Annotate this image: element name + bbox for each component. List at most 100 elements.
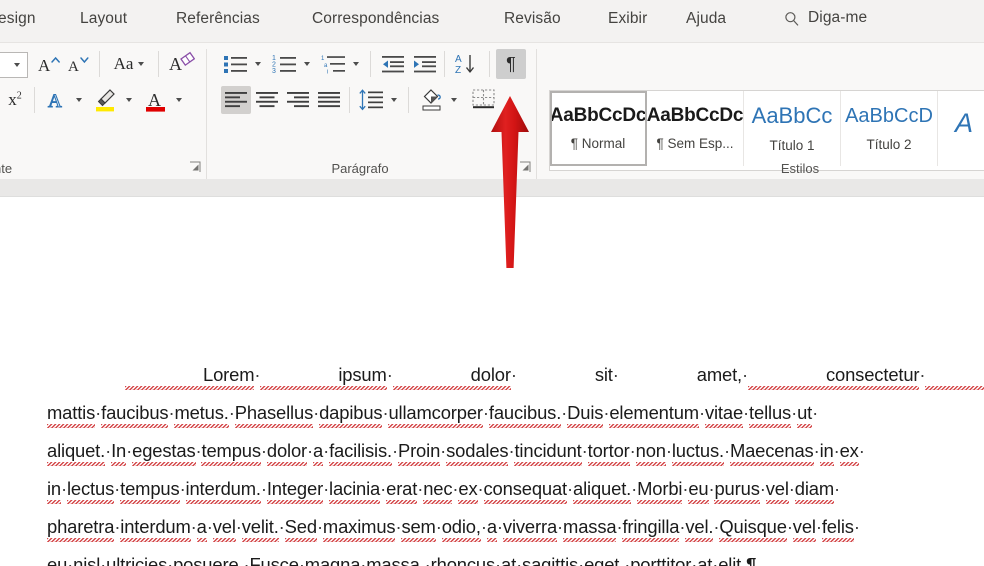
paragraph-dialog-launcher[interactable] — [519, 161, 532, 174]
tell-me-box[interactable]: Diga-me — [784, 9, 867, 27]
text-run: eu — [47, 546, 67, 566]
text-run: egestas — [132, 432, 196, 470]
align-right-button[interactable] — [283, 86, 313, 114]
text-run: Quisque — [719, 508, 788, 546]
shading-button[interactable] — [417, 86, 447, 114]
document-scroll-area[interactable]: Lorem· ipsum· dolor· sit· amet,· consectetur·… — [0, 179, 984, 566]
numbering-button[interactable]: 1 2 3 — [270, 50, 300, 78]
grow-font-button[interactable]: A — [36, 51, 64, 77]
divider-para-5 — [408, 87, 409, 113]
divider-font-3 — [34, 87, 35, 113]
text-run: faucibus — [101, 394, 169, 432]
numbering-dropdown[interactable] — [300, 50, 314, 78]
document-page[interactable]: Lorem· ipsum· dolor· sit· amet,· consectetur·… — [0, 196, 984, 566]
paragraph-mark: ¶ — [746, 554, 757, 566]
highlight-color-dropdown[interactable] — [122, 87, 136, 113]
group-divider-paragraph-styles — [536, 49, 537, 183]
text-run: dolor — [392, 356, 511, 394]
clear-formatting-button[interactable]: A — [166, 50, 196, 78]
text-run: viverra — [502, 508, 557, 546]
multilevel-list-dropdown[interactable] — [349, 50, 363, 78]
text-run: in — [47, 470, 61, 508]
align-center-button[interactable] — [252, 86, 282, 114]
text-effects-dropdown[interactable] — [72, 87, 86, 113]
style-item-no-spacing[interactable]: AaBbCcDc ¶ Sem Esp... — [647, 91, 744, 166]
divider-para-4 — [349, 87, 350, 113]
highlight-color-button[interactable] — [92, 87, 122, 113]
text-run: consequat — [483, 470, 567, 508]
divider-para-3 — [489, 51, 490, 77]
tab-help[interactable]: Ajuda — [686, 10, 726, 28]
divider-font-1 — [99, 51, 100, 77]
styles-gallery[interactable]: AaBbCcDc ¶ Normal AaBbCcDc ¶ Sem Esp... … — [549, 90, 984, 171]
multilevel-list-button[interactable]: 1 a i — [319, 50, 349, 78]
document-line: pharetra·interdum·a·vel·velit.·Sed·maxim… — [47, 508, 947, 546]
text-run: Integer — [266, 470, 324, 508]
ribbon-tab-strip: esign Layout Referências Correspondência… — [0, 0, 984, 42]
superscript-button[interactable]: x2 — [0, 87, 30, 113]
chevron-down-icon — [76, 98, 82, 102]
shrink-font-button[interactable]: A — [66, 51, 94, 77]
change-case-button[interactable]: Aa — [108, 51, 150, 77]
text-run: velit. — [241, 508, 279, 546]
show-formatting-marks-button[interactable]: ¶ — [496, 49, 526, 79]
svg-text:A: A — [38, 56, 51, 75]
text-run: porttitor — [630, 546, 691, 566]
text-run: ut — [797, 394, 812, 432]
tab-design[interactable]: esign — [0, 10, 36, 28]
text-run: Fusce — [249, 546, 298, 566]
text-run: diam — [794, 470, 835, 508]
text-run: lectus — [67, 470, 115, 508]
text-run: nisl — [73, 546, 100, 566]
font-color-button[interactable]: A — [142, 87, 172, 113]
style-preview: AaBbCcDc — [550, 105, 647, 126]
align-left-button[interactable] — [221, 86, 251, 114]
bullets-button[interactable] — [221, 50, 251, 78]
style-label-heading2: Título 2 — [866, 136, 912, 152]
decrease-indent-button[interactable] — [378, 50, 408, 78]
line-spacing-button[interactable] — [357, 86, 387, 114]
text-run: lacinia — [329, 470, 380, 508]
tab-review[interactable]: Revisão — [504, 10, 561, 28]
word-window: esign Layout Referências Correspondência… — [0, 0, 984, 566]
text-run: felis — [821, 508, 854, 546]
text-run: tincidunt — [514, 432, 582, 470]
bullets-dropdown[interactable] — [251, 50, 265, 78]
shading-dropdown[interactable] — [447, 86, 461, 114]
text-run: in — [819, 432, 834, 470]
style-item-partial[interactable]: A — [938, 91, 984, 166]
chevron-down-icon — [451, 98, 457, 102]
divider-para-1 — [370, 51, 371, 77]
text-run: magna — [305, 546, 361, 566]
style-item-heading-2[interactable]: AaBbCcD Título 2 — [841, 91, 938, 166]
text-run: interdum. — [185, 470, 262, 508]
text-run: rhoncus — [431, 546, 496, 566]
tab-mailings[interactable]: Correspondências — [312, 10, 439, 28]
svg-text:a: a — [324, 63, 328, 69]
tab-layout[interactable]: Layout — [80, 10, 127, 28]
text-run: In — [111, 432, 126, 470]
style-item-heading-1[interactable]: AaBbCc Título 1 — [744, 91, 841, 166]
text-run: massa, — [366, 546, 425, 566]
svg-text:1: 1 — [321, 56, 325, 62]
svg-text:A: A — [455, 54, 462, 65]
tab-view[interactable]: Exibir — [608, 10, 647, 28]
font-size-input[interactable] — [0, 52, 28, 78]
line-spacing-dropdown[interactable] — [387, 86, 401, 114]
tab-references[interactable]: Referências — [176, 10, 260, 28]
svg-text:A: A — [48, 91, 62, 112]
style-item-normal[interactable]: AaBbCcDc ¶ Normal — [550, 91, 647, 166]
sort-button[interactable]: A Z — [452, 50, 482, 78]
text-effects-button[interactable]: A — [42, 87, 72, 113]
borders-button[interactable] — [468, 86, 500, 114]
text-run: amet, — [696, 364, 742, 385]
font-color-dropdown[interactable] — [172, 87, 186, 113]
text-run: massa — [563, 508, 617, 546]
justify-button[interactable] — [314, 86, 344, 114]
text-run: fringilla — [622, 508, 680, 546]
style-label: ¶ Normal — [570, 136, 626, 151]
increase-indent-button[interactable] — [410, 50, 440, 78]
font-dialog-launcher[interactable] — [189, 161, 202, 174]
text-run: sagittis — [522, 546, 578, 566]
document-text[interactable]: Lorem· ipsum· dolor· sit· amet,· consectetur·… — [47, 356, 984, 566]
